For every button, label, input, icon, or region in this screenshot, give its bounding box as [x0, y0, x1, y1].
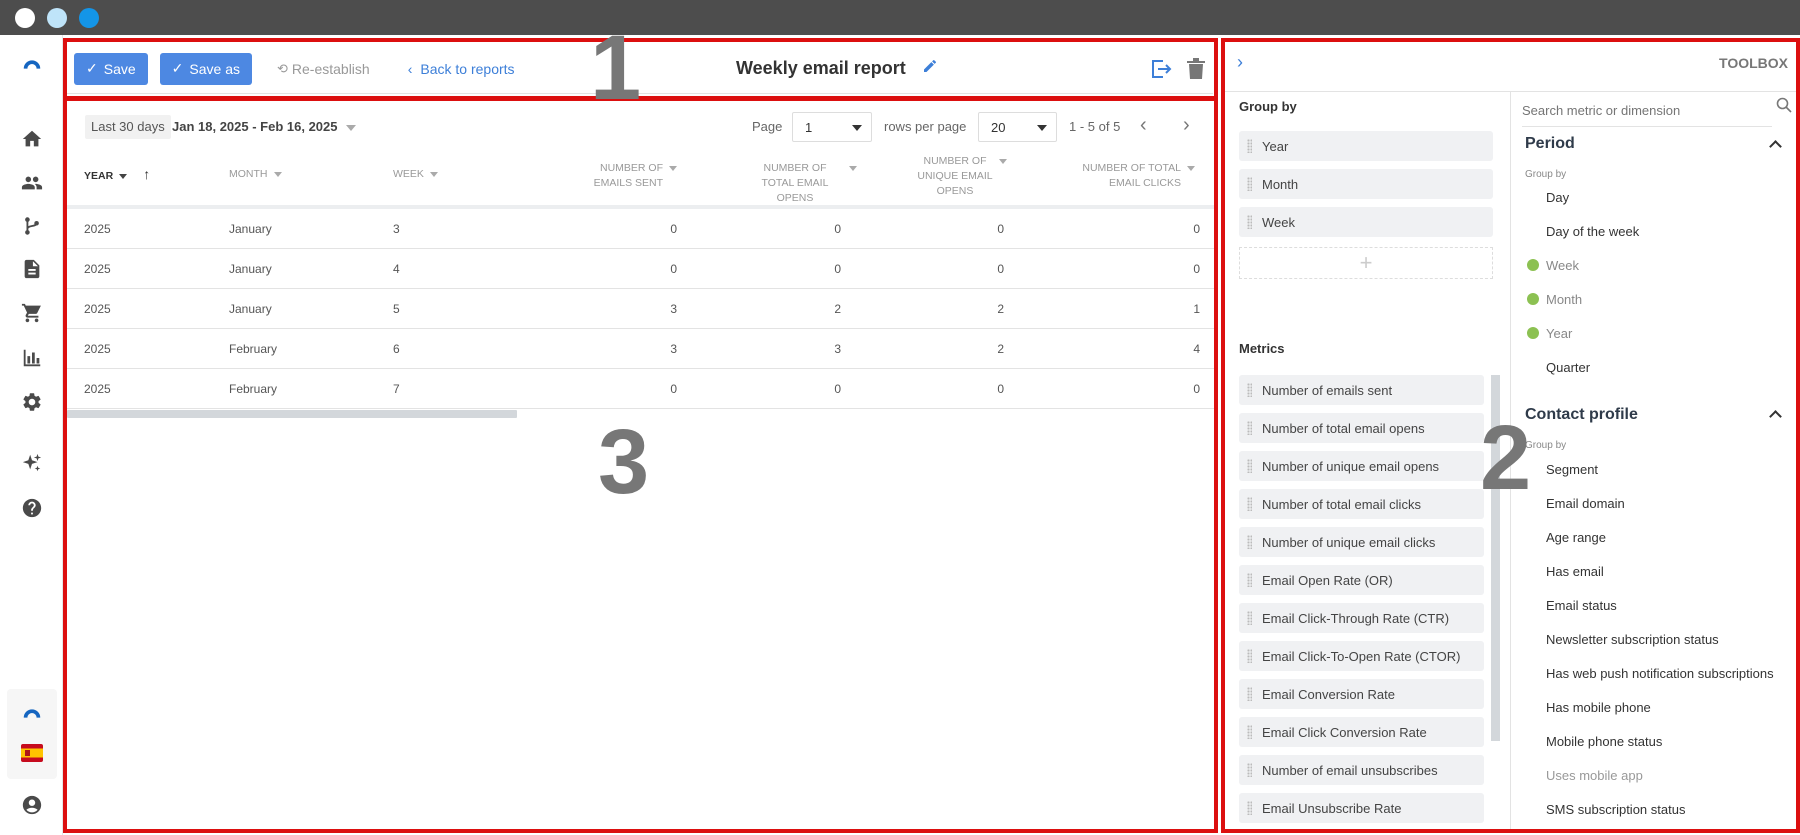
settings-icon[interactable]: [14, 384, 50, 420]
window-titlebar: [0, 0, 1800, 35]
window-close-button[interactable]: [15, 8, 35, 28]
automation-icon[interactable]: [14, 208, 50, 244]
region-1-number: 1: [590, 17, 642, 119]
help-icon[interactable]: [14, 490, 50, 526]
home-icon[interactable]: [14, 121, 50, 157]
user-profile-icon[interactable]: [14, 787, 50, 823]
window-minimize-button[interactable]: [47, 8, 67, 28]
ai-sparkle-icon[interactable]: [14, 445, 50, 481]
logo-icon[interactable]: [14, 46, 50, 82]
contacts-icon[interactable]: [14, 165, 50, 201]
language-flag-icon[interactable]: [14, 735, 50, 771]
cart-icon[interactable]: [14, 295, 50, 331]
region-2-number: 2: [1480, 407, 1532, 509]
region-3-number: 3: [598, 411, 650, 513]
content-icon[interactable]: [14, 251, 50, 287]
window-maximize-button[interactable]: [79, 8, 99, 28]
brand-logo-icon[interactable]: [14, 695, 50, 731]
app-sidebar: [0, 35, 63, 835]
reports-icon[interactable]: [14, 340, 50, 376]
